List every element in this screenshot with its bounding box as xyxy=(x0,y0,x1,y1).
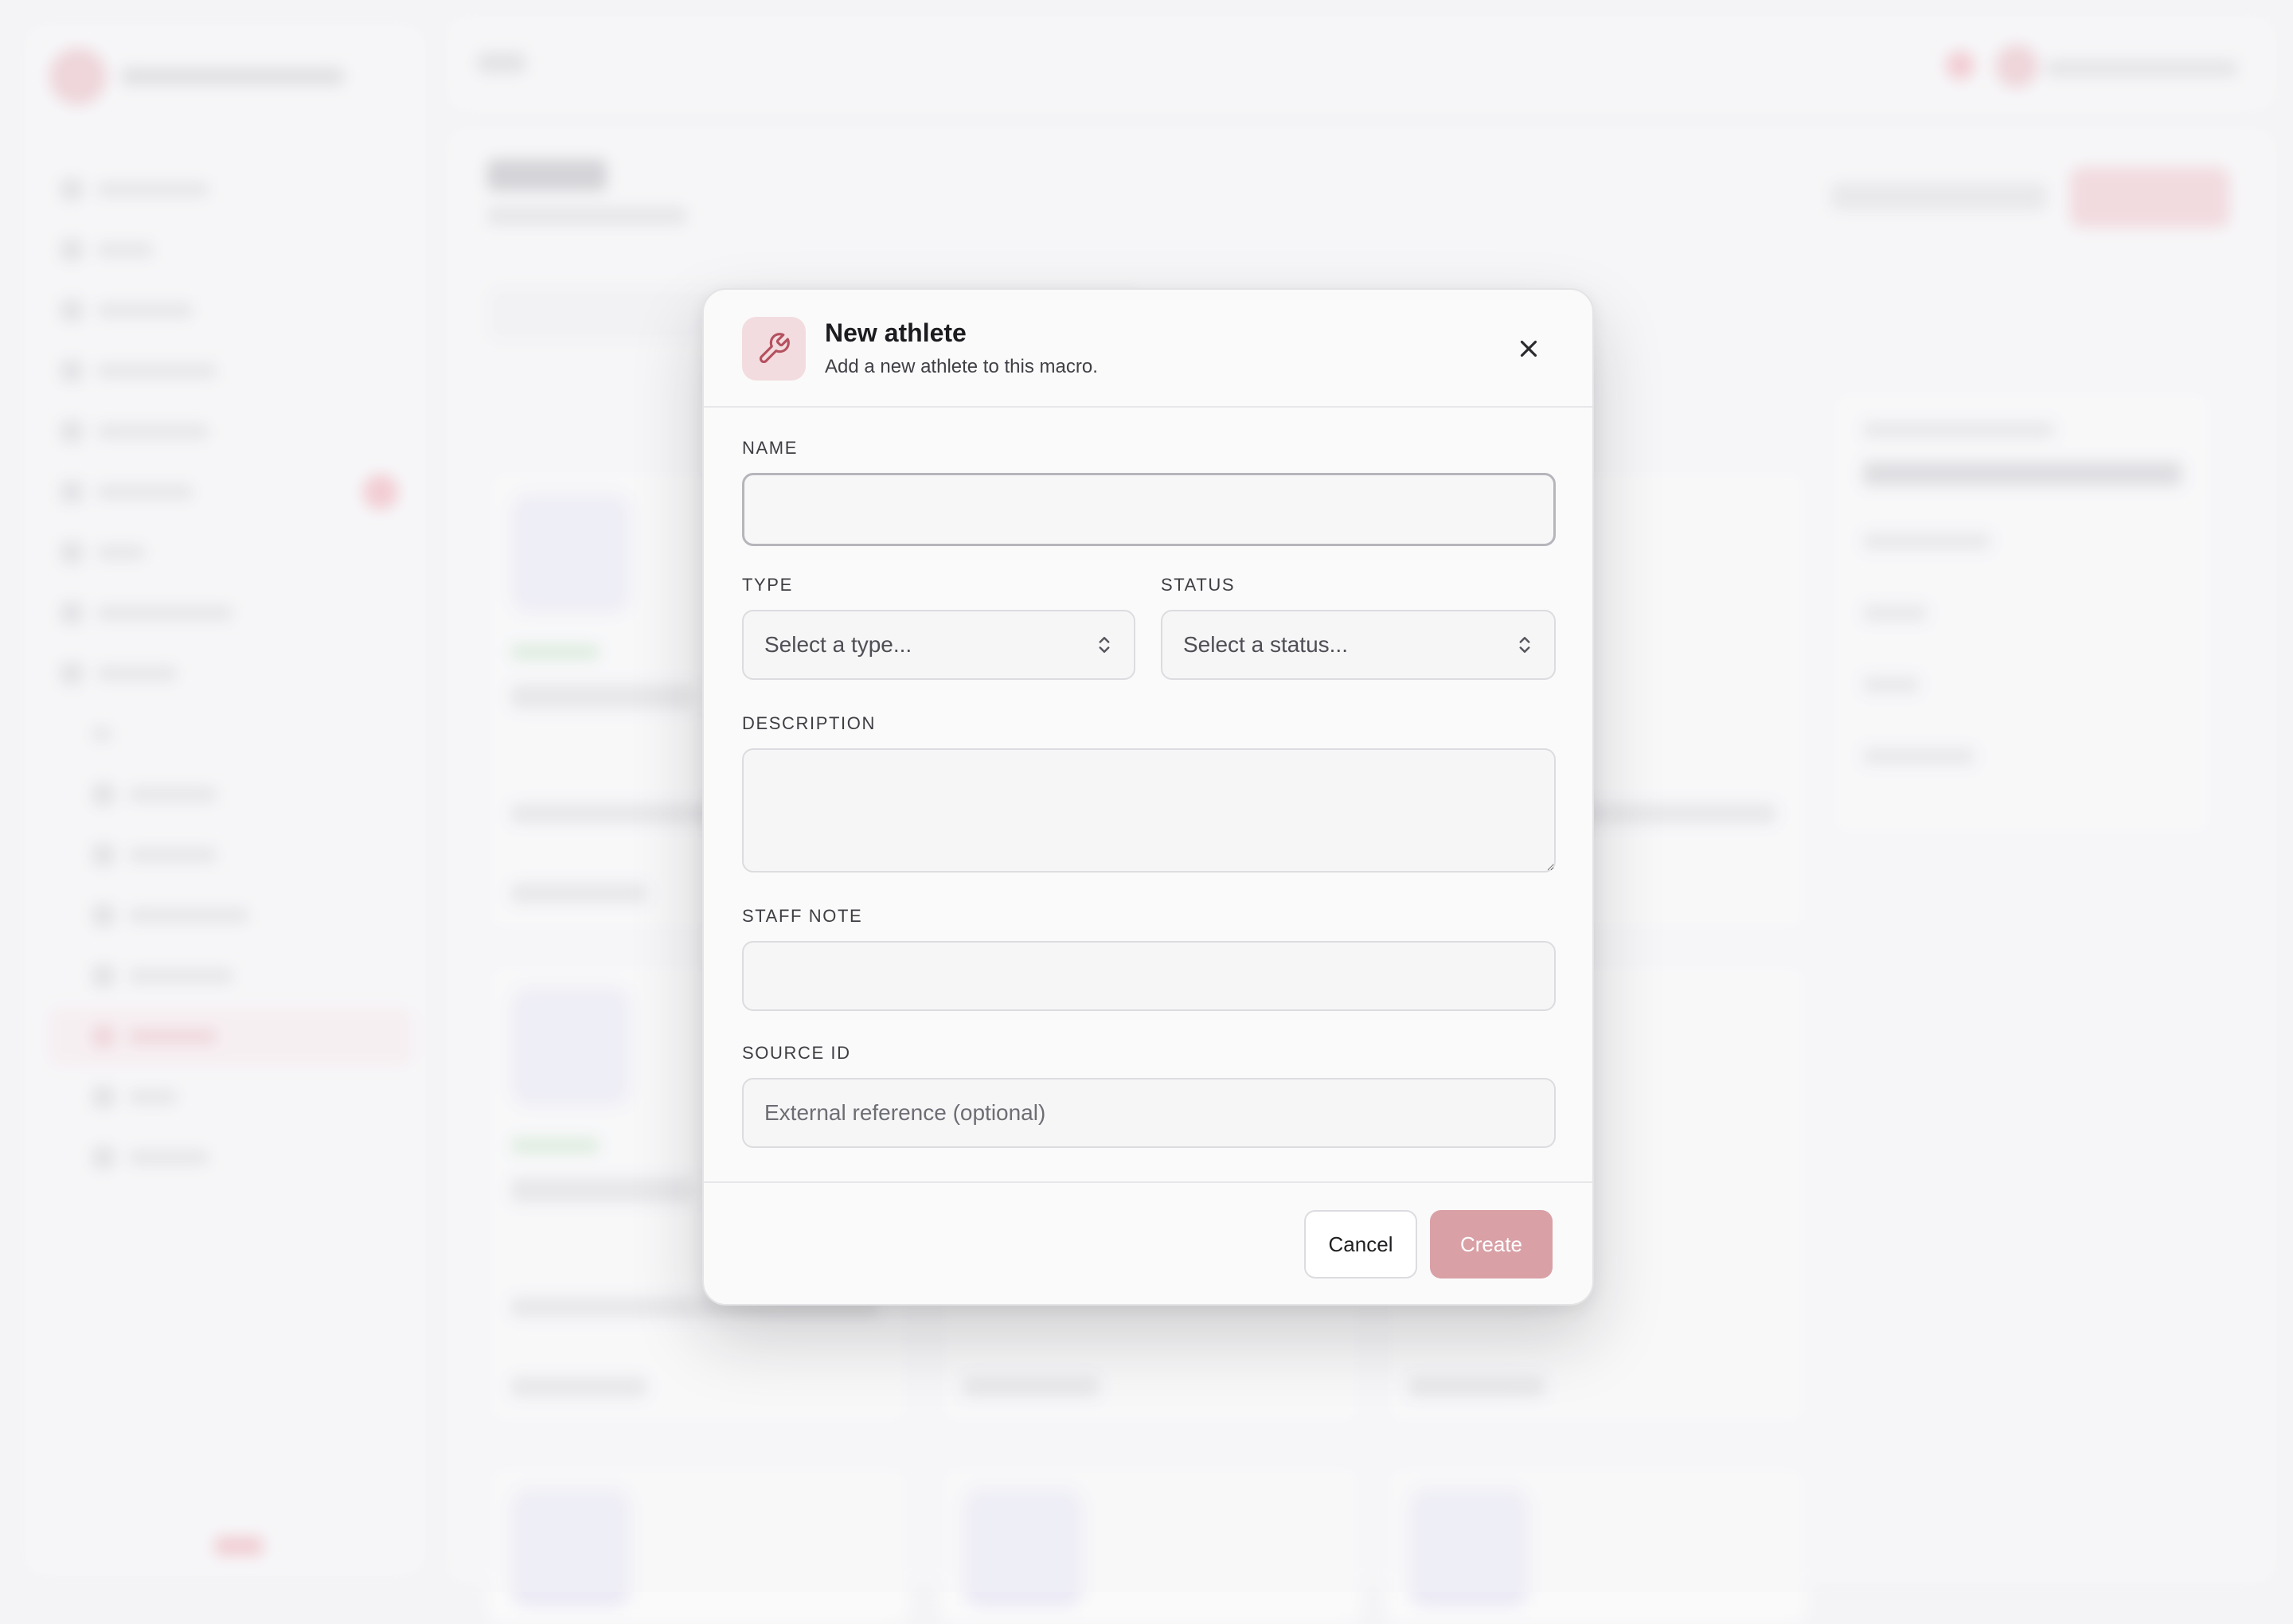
type-select-value: Select a type... xyxy=(764,632,912,657)
cancel-button[interactable]: Cancel xyxy=(1304,1210,1417,1279)
chevron-up-down-icon xyxy=(1516,634,1533,656)
description-textarea[interactable] xyxy=(742,748,1556,873)
staff-note-label: STAFF NOTE xyxy=(742,906,863,926)
chevron-up-down-icon xyxy=(1096,634,1113,656)
status-select[interactable]: Select a status... xyxy=(1161,610,1556,680)
staff-note-input[interactable] xyxy=(742,941,1556,1011)
source-id-input[interactable] xyxy=(742,1078,1556,1148)
create-button[interactable]: Create xyxy=(1430,1210,1553,1279)
type-select[interactable]: Select a type... xyxy=(742,610,1135,680)
new-athlete-dialog: New athlete Add a new athlete to this ma… xyxy=(702,288,1594,1306)
name-input[interactable] xyxy=(742,473,1556,546)
status-label: STATUS xyxy=(1161,575,1236,595)
dialog-subtitle: Add a new athlete to this macro. xyxy=(825,356,1098,377)
dialog-title: New athlete xyxy=(825,318,967,347)
dialog-header: New athlete Add a new athlete to this ma… xyxy=(704,290,1592,408)
source-id-label: SOURCE ID xyxy=(742,1043,851,1063)
dialog-footer: Cancel Create xyxy=(704,1181,1592,1304)
status-select-value: Select a status... xyxy=(1183,632,1348,657)
type-label: TYPE xyxy=(742,575,793,595)
description-label: DESCRIPTION xyxy=(742,713,876,733)
wrench-icon xyxy=(742,317,806,381)
name-label: NAME xyxy=(742,438,798,458)
close-icon[interactable] xyxy=(1510,330,1548,368)
